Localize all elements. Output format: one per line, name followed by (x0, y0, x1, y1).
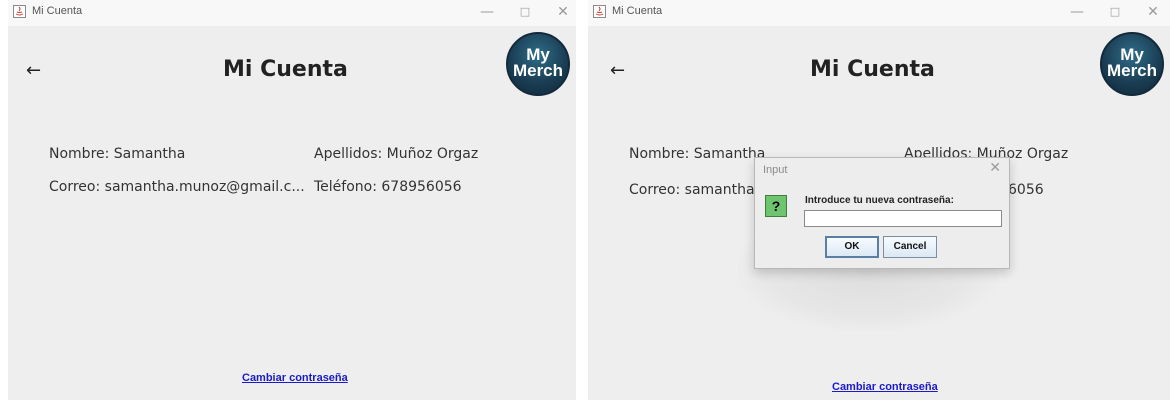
correo-label: Correo: samantha.munoz@gmail.c... (49, 179, 305, 195)
input-dialog: Input ✕ ? Introduce tu nueva contraseña:… (754, 157, 1010, 269)
window-title: Mi Cuenta (32, 5, 83, 17)
minimize-button[interactable]: — (1066, 2, 1088, 22)
window-title: Mi Cuenta (612, 5, 663, 17)
page-title: Mi Cuenta (223, 57, 348, 82)
question-icon: ? (765, 195, 787, 217)
title-bar: Mi Cuenta — □ ✕ (588, 0, 1170, 26)
apellidos-label: Apellidos: Muñoz Orgaz (314, 146, 479, 162)
telefono-label: Teléfono: 678956056 (314, 179, 462, 195)
back-arrow-icon[interactable]: ← (610, 60, 625, 81)
maximize-button[interactable]: □ (1104, 2, 1126, 22)
telefono-label: 6056 (1008, 182, 1044, 198)
mymerch-logo: My Merch (506, 32, 570, 96)
logo-text-line2: Merch (1106, 61, 1158, 80)
cancel-button[interactable]: Cancel (883, 236, 937, 258)
nombre-label: Nombre: Samantha (629, 146, 766, 162)
logo-text-line2: Merch (512, 61, 564, 80)
back-arrow-icon[interactable]: ← (26, 60, 41, 81)
dialog-prompt: Introduce tu nueva contraseña: (805, 195, 954, 206)
correo-label: Correo: samantha.m (629, 182, 773, 198)
java-app-icon (13, 5, 26, 18)
dialog-close-icon[interactable]: ✕ (989, 160, 1001, 176)
mymerch-logo: My Merch (1100, 32, 1164, 96)
nombre-label: Nombre: Samantha (49, 146, 186, 162)
account-window-right: Mi Cuenta — □ ✕ ← Mi Cuenta My Merch Nom… (588, 0, 1170, 400)
maximize-button[interactable]: □ (514, 2, 536, 22)
close-button[interactable]: ✕ (1142, 2, 1164, 22)
title-bar: Mi Cuenta — □ ✕ (8, 0, 576, 26)
minimize-button[interactable]: — (476, 2, 498, 22)
page-title: Mi Cuenta (810, 57, 935, 82)
new-password-input[interactable] (804, 210, 1002, 227)
change-password-link[interactable]: Cambiar contraseña (242, 372, 348, 384)
change-password-link[interactable]: Cambiar contraseña (832, 381, 938, 393)
ok-button[interactable]: OK (825, 236, 879, 258)
close-button[interactable]: ✕ (552, 2, 574, 22)
dialog-title: Input (763, 164, 788, 176)
java-app-icon (593, 5, 606, 18)
account-window-left: Mi Cuenta — □ ✕ ← Mi Cuenta My Merch Nom… (8, 0, 576, 400)
